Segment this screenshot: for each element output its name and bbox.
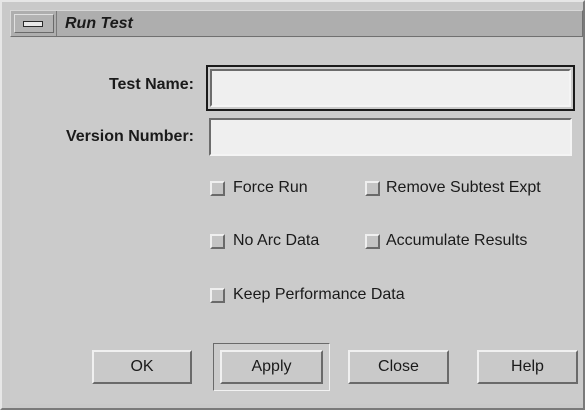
window-menu-button[interactable] xyxy=(14,14,54,33)
keep-performance-data-checkbox[interactable] xyxy=(210,288,225,303)
force-run-checkbox[interactable] xyxy=(210,181,225,196)
version-number-label: Version Number: xyxy=(65,128,194,145)
keep-performance-data-label[interactable]: Keep Performance Data xyxy=(233,286,405,304)
window-title: Run Test xyxy=(65,15,133,32)
remove-subtest-expt-label[interactable]: Remove Subtest Expt xyxy=(386,179,541,197)
no-arc-data-label[interactable]: No Arc Data xyxy=(233,232,319,250)
close-button[interactable]: Close xyxy=(348,350,449,384)
remove-subtest-expt-checkbox[interactable] xyxy=(365,181,380,196)
accumulate-results-checkbox[interactable] xyxy=(365,234,380,249)
force-run-label[interactable]: Force Run xyxy=(233,179,308,197)
dialog-body: Test Name: Version Number: Force Run Rem… xyxy=(10,38,583,404)
help-button[interactable]: Help xyxy=(477,350,578,384)
ok-button[interactable]: OK xyxy=(92,350,192,384)
title-bar[interactable]: Run Test xyxy=(10,10,583,37)
apply-button[interactable]: Apply xyxy=(220,350,323,384)
window-menu-icon xyxy=(23,21,43,27)
test-name-input[interactable] xyxy=(210,69,571,107)
no-arc-data-checkbox[interactable] xyxy=(210,234,225,249)
run-test-dialog: Run Test Test Name: Version Number: Forc… xyxy=(0,0,585,410)
version-number-input[interactable] xyxy=(209,118,572,156)
title-separator xyxy=(56,11,57,36)
test-name-label: Test Name: xyxy=(108,76,194,93)
accumulate-results-label[interactable]: Accumulate Results xyxy=(386,232,527,250)
